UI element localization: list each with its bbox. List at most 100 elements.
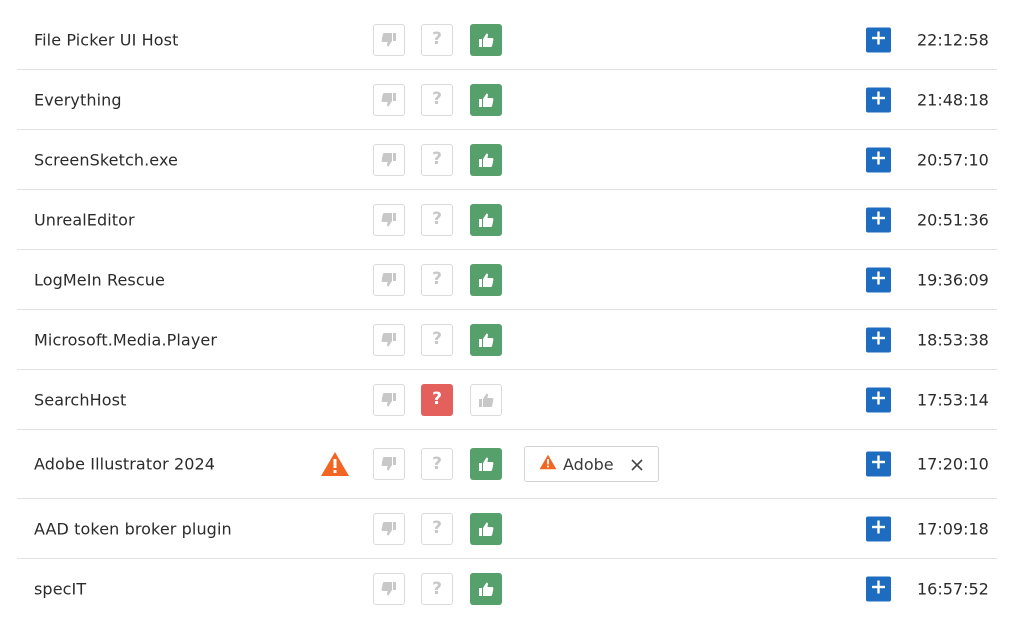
timestamp: 16:57:52 [917, 579, 989, 599]
thumbs-up-icon [478, 332, 494, 348]
app-name: LogMeIn Rescue [34, 270, 165, 289]
vendor-tag-label: Adobe [563, 454, 614, 474]
list-item: File Picker UI Host ? 22:12:58 [17, 10, 997, 70]
thumbs-down-button[interactable] [373, 83, 405, 116]
list-item: Adobe Illustrator 2024 ? Adobe 17:20:10 [17, 430, 997, 499]
question-icon: ? [432, 29, 442, 49]
thumbs-up-button[interactable] [470, 512, 502, 545]
thumbs-up-button[interactable] [470, 83, 502, 116]
question-button[interactable]: ? [421, 83, 453, 116]
list-item: specIT ? 16:57:52 [17, 559, 997, 619]
thumbs-up-icon [478, 521, 494, 537]
thumbs-down-icon [381, 212, 397, 228]
question-icon: ? [432, 389, 442, 409]
thumbs-down-icon [381, 581, 397, 597]
question-button[interactable]: ? [421, 448, 453, 480]
question-button[interactable]: ? [421, 512, 453, 545]
add-button[interactable] [866, 387, 891, 412]
thumbs-down-button[interactable] [373, 512, 405, 545]
plus-icon [871, 330, 886, 349]
thumbs-up-button[interactable] [470, 573, 502, 605]
question-button[interactable]: ? [421, 383, 453, 416]
question-button[interactable]: ? [421, 263, 453, 296]
thumbs-down-button[interactable] [373, 23, 405, 56]
thumbs-down-button[interactable] [373, 203, 405, 236]
question-button[interactable]: ? [421, 143, 453, 176]
warning-icon [539, 454, 557, 474]
question-button[interactable]: ? [421, 323, 453, 356]
question-icon: ? [432, 149, 442, 169]
app-name: Microsoft.Media.Player [34, 330, 218, 349]
timestamp: 20:51:36 [917, 210, 989, 229]
app-name: ScreenSketch.exe [34, 150, 178, 169]
thumbs-up-button[interactable] [470, 448, 502, 480]
timestamp: 20:57:10 [917, 150, 989, 169]
thumbs-up-button[interactable] [470, 23, 502, 56]
question-button[interactable]: ? [421, 573, 453, 605]
add-button[interactable] [866, 147, 891, 172]
add-button[interactable] [866, 516, 891, 541]
thumbs-down-button[interactable] [373, 448, 405, 480]
add-button[interactable] [866, 327, 891, 352]
plus-icon [871, 90, 886, 109]
question-icon: ? [432, 209, 442, 229]
plus-icon [871, 580, 886, 599]
add-button[interactable] [866, 27, 891, 52]
thumbs-down-button[interactable] [373, 263, 405, 296]
app-name: Adobe Illustrator 2024 [34, 454, 216, 474]
thumbs-up-button[interactable] [470, 203, 502, 236]
question-button[interactable]: ? [421, 203, 453, 236]
thumbs-up-icon [478, 581, 494, 597]
thumbs-up-button[interactable] [470, 263, 502, 296]
thumbs-down-button[interactable] [373, 573, 405, 605]
add-button[interactable] [866, 87, 891, 112]
thumbs-up-button[interactable] [470, 383, 502, 416]
thumbs-up-icon [478, 392, 494, 408]
timestamp: 17:53:14 [917, 390, 989, 409]
timestamp: 22:12:58 [917, 30, 989, 49]
list-item: Microsoft.Media.Player ? 18:53:38 [17, 310, 997, 370]
question-icon: ? [432, 269, 442, 289]
timestamp: 19:36:09 [917, 270, 989, 289]
thumbs-down-button[interactable] [373, 383, 405, 416]
thumbs-down-button[interactable] [373, 143, 405, 176]
thumbs-up-icon [478, 272, 494, 288]
thumbs-down-icon [381, 521, 397, 537]
question-icon: ? [432, 89, 442, 109]
plus-icon [871, 455, 886, 474]
close-icon[interactable] [630, 457, 644, 471]
application-list: File Picker UI Host ? 22:12:58 Everythin… [17, 10, 997, 619]
plus-icon [871, 30, 886, 49]
plus-icon [871, 390, 886, 409]
timestamp: 17:09:18 [917, 519, 989, 538]
question-button[interactable]: ? [421, 23, 453, 56]
timestamp: 17:20:10 [917, 454, 989, 474]
question-icon: ? [432, 518, 442, 538]
app-name: File Picker UI Host [34, 30, 179, 49]
plus-icon [871, 519, 886, 538]
warning-icon [320, 451, 350, 477]
add-button[interactable] [866, 207, 891, 232]
thumbs-up-icon [478, 456, 494, 472]
thumbs-down-icon [381, 92, 397, 108]
list-item: AAD token broker plugin ? 17:09:18 [17, 499, 997, 559]
list-item: ScreenSketch.exe ? 20:57:10 [17, 130, 997, 190]
list-item: SearchHost ? 17:53:14 [17, 370, 997, 430]
add-button[interactable] [866, 451, 891, 477]
thumbs-up-icon [478, 212, 494, 228]
timestamp: 21:48:18 [917, 90, 989, 109]
add-button[interactable] [866, 576, 891, 602]
thumbs-down-button[interactable] [373, 323, 405, 356]
list-item: LogMeIn Rescue ? 19:36:09 [17, 250, 997, 310]
thumbs-up-button[interactable] [470, 323, 502, 356]
thumbs-down-icon [381, 272, 397, 288]
thumbs-up-icon [478, 152, 494, 168]
app-name: AAD token broker plugin [34, 519, 232, 538]
add-button[interactable] [866, 267, 891, 292]
thumbs-down-icon [381, 32, 397, 48]
vendor-tag[interactable]: Adobe [524, 446, 659, 482]
timestamp: 18:53:38 [917, 330, 989, 349]
app-name: Everything [34, 90, 122, 109]
thumbs-up-button[interactable] [470, 143, 502, 176]
thumbs-down-icon [381, 456, 397, 472]
